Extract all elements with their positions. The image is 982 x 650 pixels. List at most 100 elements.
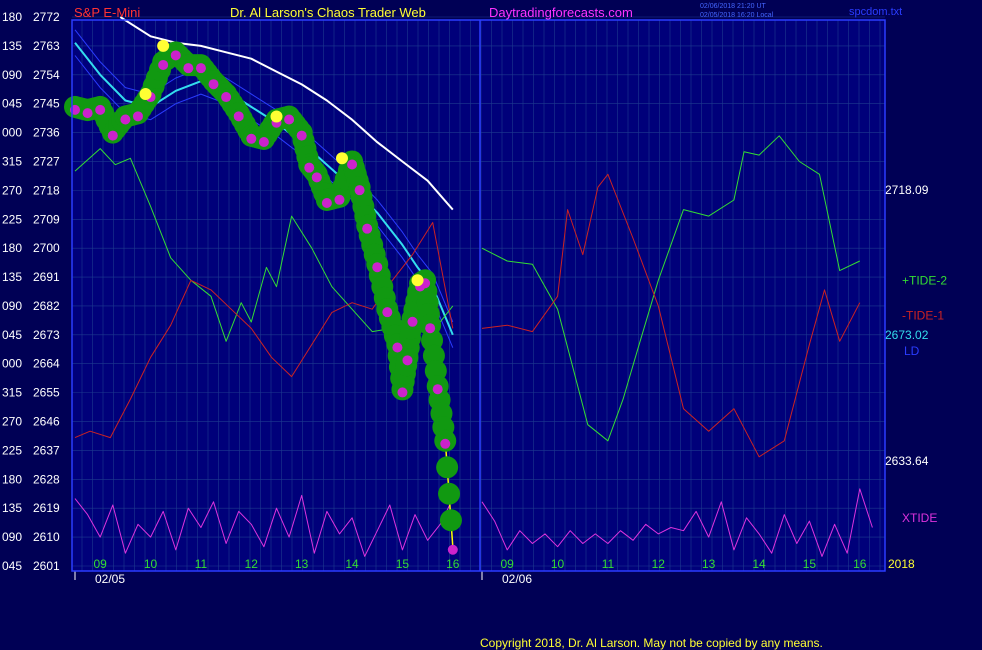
- price-low-dot: [170, 50, 181, 61]
- timestamp-ut: 02/06/2018 21:20 UT: [700, 3, 766, 10]
- chart-title: Dr. Al Larson's Chaos Trader Web: [230, 5, 426, 20]
- price-low-dot: [321, 198, 332, 208]
- x-tick-hour: 14: [752, 557, 766, 571]
- y-tick-price: 2772: [33, 10, 60, 24]
- y-tick-angle: 180: [2, 241, 22, 255]
- price-high-dot: [335, 152, 348, 165]
- price-low-dot: [382, 307, 393, 318]
- price-low-dot: [397, 387, 408, 398]
- y-tick-angle: 225: [2, 212, 22, 226]
- price-high-dot: [411, 274, 424, 287]
- y-tick-price: 2745: [33, 97, 60, 111]
- y-tick-price: 2700: [33, 241, 60, 255]
- y-tick-angle: 270: [2, 183, 22, 197]
- right-label: 2633.64: [885, 454, 929, 468]
- y-tick-angle: 000: [2, 126, 22, 140]
- price-low-dot: [432, 384, 443, 395]
- price-low-dot: [195, 63, 206, 74]
- right-label: -TIDE-1: [902, 309, 944, 323]
- x-tick-hour: 12: [245, 557, 259, 571]
- chart: 180 2772 135 2763 090 2754 045 2745 000 2736 315 27…: [0, 0, 982, 650]
- y-tick-price: 2709: [33, 212, 60, 226]
- right-label: XTIDE: [902, 511, 937, 525]
- price-high-dot: [157, 39, 170, 52]
- y-tick-angle: 135: [2, 270, 22, 284]
- x-tick-hour: 16: [853, 557, 867, 571]
- price-low-dot: [372, 262, 383, 273]
- price-halo-dot: [436, 456, 459, 479]
- y-tick-price: 2673: [33, 328, 60, 342]
- copyright: Copyright 2018, Dr. Al Larson. May not b…: [480, 636, 823, 650]
- right-label: 2718.09: [885, 183, 929, 197]
- price-low-dot: [258, 137, 269, 147]
- x-tick-hour: 16: [446, 557, 460, 571]
- price-low-dot: [120, 114, 131, 125]
- price-low-dot: [208, 79, 219, 90]
- x-date-label: 02/05: [95, 572, 125, 586]
- x-tick-hour: 13: [702, 557, 716, 571]
- right-label: 2673.02: [885, 328, 929, 342]
- x-tick-hour: 14: [345, 557, 359, 571]
- price-high-dot: [270, 110, 283, 123]
- y-tick-angle: 315: [2, 154, 22, 168]
- y-tick-angle: 000: [2, 357, 22, 371]
- y-tick-price: 2736: [33, 126, 60, 140]
- price-low-dot: [183, 63, 194, 74]
- x-date-label: 02/06: [502, 572, 532, 586]
- y-tick-angle: 180: [2, 10, 22, 24]
- price-low-dot: [425, 323, 436, 334]
- x-tick-hour: 10: [144, 557, 158, 571]
- x-tick-hour: 09: [94, 557, 108, 571]
- y-tick-price: 2691: [33, 270, 60, 284]
- price-low-dot: [347, 159, 358, 170]
- y-tick-angle: 180: [2, 472, 22, 486]
- data-file: spcdom.txt: [849, 6, 902, 18]
- y-tick-price: 2682: [33, 299, 60, 313]
- price-low-dot: [334, 194, 345, 205]
- y-tick-price: 2718: [33, 183, 60, 197]
- price-low-dot: [246, 133, 257, 144]
- right-label: LD: [904, 344, 920, 358]
- x-tick-hour: 13: [295, 557, 309, 571]
- right-label: +TIDE-2: [902, 273, 947, 287]
- y-tick-angle: 090: [2, 68, 22, 82]
- price-low-dot: [304, 162, 315, 173]
- y-tick-price: 2601: [33, 559, 60, 573]
- y-tick-price: 2664: [33, 357, 60, 371]
- timestamp-local: 02/05/2018 16:20 Local: [700, 12, 774, 19]
- plot-area: [72, 20, 885, 571]
- y-tick-angle: 045: [2, 97, 22, 111]
- price-low-dot: [392, 342, 403, 353]
- y-tick-angle: 315: [2, 386, 22, 400]
- y-tick-angle: 135: [2, 39, 22, 53]
- price-low-dot: [95, 104, 106, 115]
- y-tick-angle: 045: [2, 559, 22, 573]
- price-low-dot: [284, 114, 295, 125]
- y-tick-price: 2754: [33, 68, 60, 82]
- price-low-dot: [402, 355, 413, 366]
- y-tick-angle: 090: [2, 299, 22, 313]
- price-low-dot: [311, 172, 322, 183]
- price-low-dot: [440, 438, 451, 449]
- site-link[interactable]: Daytradingforecasts.com: [489, 5, 633, 20]
- price-low-dot: [82, 108, 93, 119]
- y-tick-price: 2628: [33, 472, 60, 486]
- year-label: 2018: [888, 557, 915, 571]
- price-low-dot: [221, 92, 232, 103]
- price-low-dot: [296, 130, 307, 141]
- y-tick-angle: 270: [2, 415, 22, 429]
- x-tick-hour: 15: [803, 557, 817, 571]
- price-low-dot: [158, 59, 169, 70]
- price-low-dot: [233, 111, 244, 122]
- y-tick-price: 2727: [33, 154, 60, 168]
- price-low-dot: [354, 185, 365, 196]
- y-tick-price: 2646: [33, 415, 60, 429]
- price-low-dot: [132, 111, 143, 122]
- price-low-dot: [447, 544, 458, 555]
- price-low-dot: [107, 130, 118, 141]
- y-tick-price: 2619: [33, 501, 60, 515]
- symbol-title: S&P E-Mini: [74, 5, 140, 20]
- y-tick-price: 2637: [33, 443, 60, 457]
- price-high-dot: [139, 88, 152, 101]
- y-tick-angle: 225: [2, 443, 22, 457]
